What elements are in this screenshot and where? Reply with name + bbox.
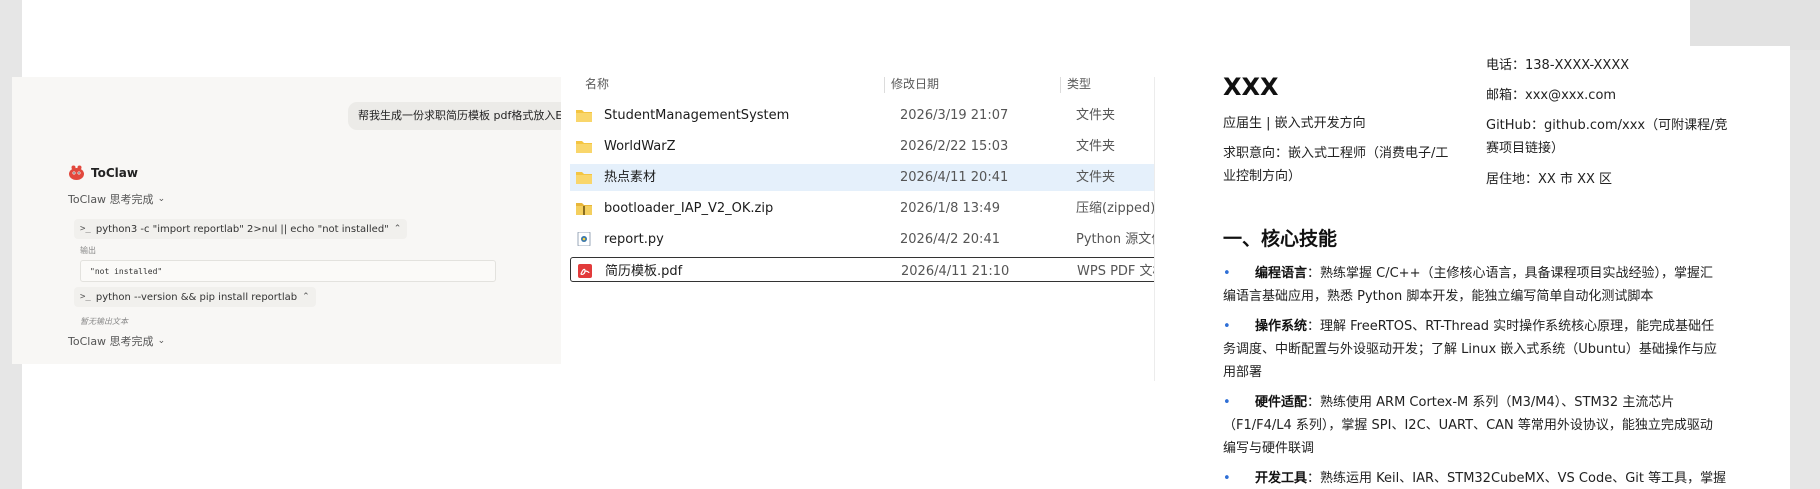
pdf-file-icon — [578, 264, 592, 278]
skill-title: 操作系统 — [1255, 319, 1308, 334]
file-name: WorldWarZ — [604, 139, 676, 154]
skill-text: （F1/F4/L4 系列），掌握 SPI、I2C、UART、CAN 等常用外设协… — [1223, 418, 1713, 433]
file-type: Python 源文件 — [1076, 232, 1154, 247]
think-toggle-1[interactable]: ToClaw 思考完成 ⌄ — [68, 191, 165, 207]
file-date: 2026/4/11 21:10 — [901, 264, 1010, 279]
command-text: python --version && pip install reportla… — [95, 291, 298, 303]
panel-divider — [1154, 77, 1155, 381]
resume-github-line1: GitHub：github.com/xxx（可附课程/竞 — [1486, 118, 1728, 133]
resume-intent-line2: 业控制方向） — [1223, 169, 1302, 184]
bullet-dot-icon: • — [1223, 266, 1231, 281]
skill-text: ：理解 FreeRTOS、RT-Thread 实时操作系统核心原理，能完成基础任 — [1307, 319, 1715, 334]
skill-title: 开发工具 — [1255, 471, 1308, 486]
file-type: 压缩(zipped)文 — [1076, 201, 1154, 216]
file-name: report.py — [604, 232, 664, 247]
resume-github-line2: 赛项目链接） — [1486, 141, 1565, 156]
skill-text: 编写与硬件联调 — [1223, 441, 1315, 456]
file-row[interactable]: report.py 2026/4/2 20:41 Python 源文件 — [570, 226, 1154, 253]
chevron-down-icon: ⌄ — [157, 336, 166, 346]
file-type: 文件夹 — [1076, 139, 1116, 154]
bullet-dot-icon: • — [1223, 319, 1231, 334]
column-divider[interactable] — [884, 77, 885, 93]
file-name: 简历模板.pdf — [605, 264, 683, 279]
resume-phone: 电话：138-XXXX-XXXX — [1486, 58, 1630, 73]
resume-name: XXX — [1223, 73, 1279, 101]
resume-preview: XXX 应届生 | 嵌入式开发方向 求职意向：嵌入式工程师（消费电子/工 业控制… — [1200, 46, 1790, 489]
terminal-icon: >_ — [80, 292, 91, 302]
column-header-name[interactable]: 名称 — [585, 77, 609, 92]
column-header-type[interactable]: 类型 — [1067, 77, 1091, 92]
file-date: 2026/2/22 15:03 — [900, 139, 1009, 154]
think-label: ToClaw 思考完成 — [68, 193, 154, 206]
file-row[interactable]: StudentManagementSystem 2026/3/19 21:07 … — [570, 102, 1154, 129]
skill-item: • 编程语言：熟练掌握 C/C++（主修核心语言，具备课程项目实战经验），掌握汇 … — [1223, 262, 1768, 308]
skill-text: ：熟练运用 Keil、IAR、STM32CubeMX、VS Code、Git 等… — [1307, 471, 1727, 486]
resume-status: 应届生 | 嵌入式开发方向 — [1223, 116, 1366, 131]
chevron-up-icon: ⌃ — [393, 224, 402, 234]
command-text: python3 -c "import reportlab" 2>nul || e… — [95, 223, 389, 235]
skill-title: 编程语言 — [1255, 266, 1308, 281]
folder-icon — [576, 110, 592, 122]
skill-item: • 操作系统：理解 FreeRTOS、RT-Thread 实时操作系统核心原理，能… — [1223, 315, 1768, 384]
chevron-up-icon: ⌃ — [302, 292, 310, 302]
file-row[interactable]: WorldWarZ 2026/2/22 15:03 文件夹 — [570, 133, 1154, 160]
output-label: 输出 — [80, 246, 96, 255]
terminal-icon: >_ — [80, 224, 91, 234]
skill-text: 务调度、中断配置与外设驱动开发；了解 Linux 嵌入式系统（Ubuntu）基础… — [1223, 342, 1717, 357]
file-row-selected[interactable]: 热点素材 2026/4/11 20:41 文件夹 — [570, 164, 1154, 191]
bot-name: ToClaw — [91, 165, 138, 180]
file-name: bootloader_IAP_V2_OK.zip — [604, 201, 774, 216]
skill-text: ：熟练使用 ARM Cortex-M 系列（M3/M4）、STM32 主流芯片 — [1307, 395, 1675, 410]
file-row-focused[interactable]: 简历模板.pdf 2026/4/11 21:10 WPS PDF 文档 — [570, 257, 1154, 282]
column-divider[interactable] — [1060, 77, 1061, 93]
window-gap — [1690, 0, 1820, 50]
chevron-down-icon: ⌄ — [157, 194, 166, 204]
output-box: "not installed" — [80, 260, 496, 282]
file-date: 2026/4/2 20:41 — [900, 232, 1000, 247]
no-output-text: 暂无输出文本 — [80, 317, 128, 326]
bullet-dot-icon: • — [1223, 471, 1231, 486]
file-list: 名称 修改日期 类型 StudentManagementSystem 2026/… — [561, 77, 1154, 282]
file-type: 文件夹 — [1076, 108, 1116, 123]
user-message-bubble: 帮我生成一份求职简历模板 pdf格式放入E盘 — [348, 102, 561, 130]
file-row[interactable]: bootloader_IAP_V2_OK.zip 2026/1/8 13:49 … — [570, 195, 1154, 222]
bot-header: ToClaw — [68, 164, 138, 181]
folder-icon — [576, 141, 592, 153]
resume-intent-line1: 求职意向：嵌入式工程师（消费电子/工 — [1223, 146, 1449, 161]
folder-icon — [576, 172, 592, 184]
file-type: WPS PDF 文档 — [1077, 264, 1154, 279]
command-block-1[interactable]: >_ python3 -c "import reportlab" 2>nul |… — [74, 219, 408, 239]
toclaw-avatar-icon — [69, 165, 84, 180]
skill-text: 用部署 — [1223, 365, 1263, 380]
zip-folder-icon — [576, 203, 592, 215]
skill-title: 硬件适配 — [1255, 395, 1308, 410]
file-date: 2026/3/19 21:07 — [900, 108, 1009, 123]
file-name: 热点素材 — [604, 170, 657, 185]
file-date: 2026/1/8 13:49 — [900, 201, 1000, 216]
chat-panel: 帮我生成一份求职简历模板 pdf格式放入E盘 ToClaw ToClaw 思考完… — [12, 77, 561, 364]
think-label: ToClaw 思考完成 — [68, 335, 154, 348]
skill-text: ：熟练掌握 C/C++（主修核心语言，具备课程项目实战经验），掌握汇 — [1307, 266, 1713, 281]
skill-item: • 硬件适配：熟练使用 ARM Cortex-M 系列（M3/M4）、STM32 … — [1223, 391, 1768, 460]
skill-text: 编语言基础应用，熟悉 Python 脚本开发，能独立编写简单自动化测试脚本 — [1223, 289, 1654, 304]
skill-item: • 开发工具：熟练运用 Keil、IAR、STM32CubeMX、VS Code、… — [1223, 467, 1768, 489]
file-name: StudentManagementSystem — [604, 108, 790, 123]
resume-location: 居住地：XX 市 XX 区 — [1486, 172, 1613, 187]
think-toggle-2[interactable]: ToClaw 思考完成 ⌄ — [68, 333, 165, 349]
python-file-icon — [577, 232, 591, 246]
resume-email: 邮箱：xxx@xxx.com — [1486, 88, 1617, 103]
command-block-2[interactable]: >_ python --version && pip install repor… — [74, 287, 316, 307]
bullet-dot-icon: • — [1223, 395, 1231, 410]
file-type: 文件夹 — [1076, 170, 1116, 185]
file-date: 2026/4/11 20:41 — [900, 170, 1009, 185]
column-header-date[interactable]: 修改日期 — [891, 77, 939, 92]
section-title: 一、核心技能 — [1223, 228, 1338, 250]
